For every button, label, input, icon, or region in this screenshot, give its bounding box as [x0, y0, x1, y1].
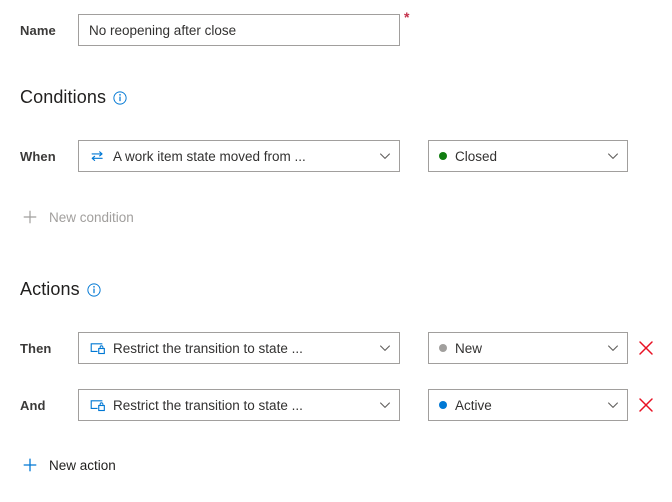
- action-state-dropdown-then[interactable]: New: [428, 332, 628, 364]
- chevron-down-icon: [607, 342, 619, 354]
- condition-state-text: Closed: [455, 148, 498, 164]
- name-label: Name: [20, 22, 56, 38]
- restrict-transition-lock-icon: [89, 398, 106, 413]
- action-rule-dropdown-and[interactable]: Restrict the transition to state ...: [78, 389, 400, 421]
- plus-icon: [22, 457, 38, 473]
- delete-action-button-then[interactable]: [637, 339, 655, 357]
- action-rule-text-then: Restrict the transition to state ...: [113, 340, 303, 356]
- info-circle-icon[interactable]: [87, 282, 101, 297]
- condition-rule-dropdown[interactable]: A work item state moved from ...: [78, 140, 400, 172]
- chevron-down-icon: [607, 399, 619, 411]
- state-transition-icon: [89, 149, 106, 164]
- action-rule-dropdown-then[interactable]: Restrict the transition to state ...: [78, 332, 400, 364]
- actions-heading: Actions: [20, 279, 101, 300]
- action-state-text-then: New: [455, 340, 483, 356]
- condition-row-when: When A work item state moved from ... Cl…: [20, 140, 628, 172]
- delete-action-button-and[interactable]: [637, 396, 655, 414]
- action-row-and: And Restrict the transition to state ...…: [20, 389, 628, 421]
- then-label: Then: [20, 340, 52, 356]
- new-action-button[interactable]: New action: [22, 457, 116, 473]
- actions-heading-label: Actions: [20, 279, 80, 299]
- info-circle-icon[interactable]: [113, 90, 127, 105]
- condition-state-dropdown[interactable]: Closed: [428, 140, 628, 172]
- new-condition-button[interactable]: New condition: [22, 209, 134, 225]
- conditions-heading: Conditions: [20, 87, 127, 108]
- action-rule-text-and: Restrict the transition to state ...: [113, 397, 303, 413]
- state-color-dot-new: [439, 344, 447, 352]
- action-row-then: Then Restrict the transition to state ..…: [20, 332, 628, 364]
- chevron-down-icon: [607, 150, 619, 162]
- name-input[interactable]: [78, 14, 400, 46]
- and-label: And: [20, 397, 46, 413]
- new-action-label: New action: [49, 457, 116, 473]
- chevron-down-icon: [379, 399, 391, 411]
- chevron-down-icon: [379, 150, 391, 162]
- plus-icon: [22, 209, 38, 225]
- restrict-transition-lock-icon: [89, 341, 106, 356]
- name-row: Name: [20, 14, 400, 46]
- chevron-down-icon: [379, 342, 391, 354]
- when-label: When: [20, 148, 56, 164]
- state-color-dot-active: [439, 401, 447, 409]
- new-condition-label: New condition: [49, 209, 134, 225]
- conditions-heading-label: Conditions: [20, 87, 107, 107]
- action-state-dropdown-and[interactable]: Active: [428, 389, 628, 421]
- state-color-dot-closed: [439, 152, 447, 160]
- required-asterisk: *: [404, 9, 410, 25]
- condition-rule-text: A work item state moved from ...: [113, 148, 306, 164]
- action-state-text-and: Active: [455, 397, 492, 413]
